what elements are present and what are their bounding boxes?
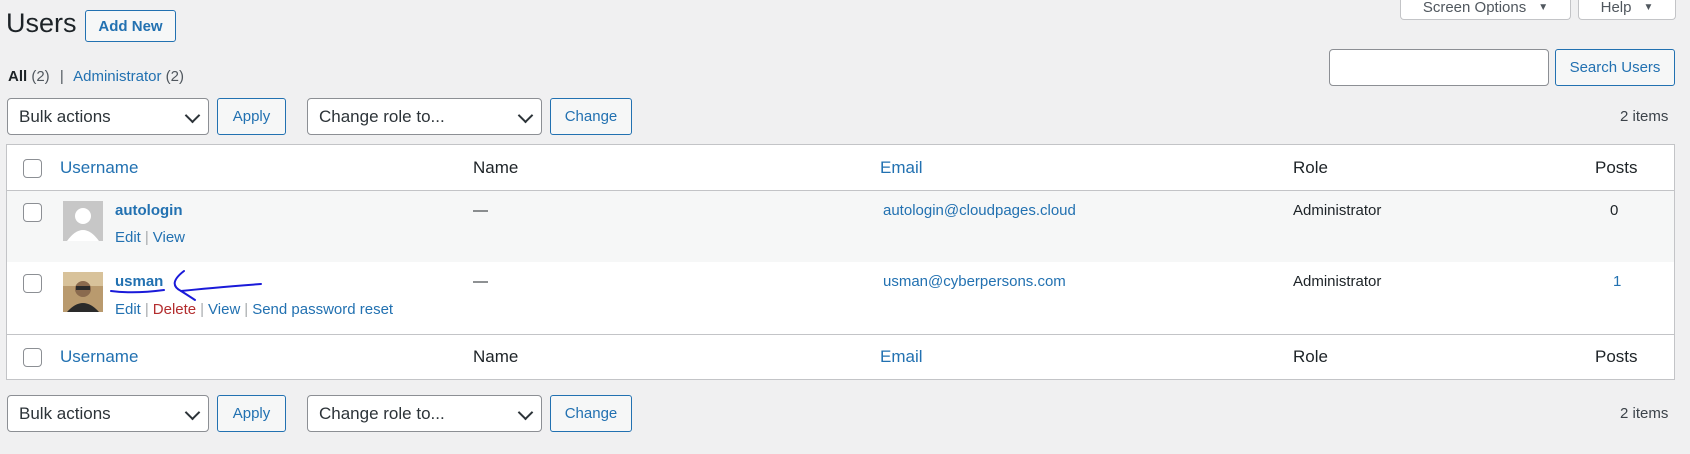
bulk-actions-select[interactable]: Bulk actions [7, 98, 209, 135]
row-checkbox[interactable] [23, 274, 42, 293]
table-header: Username Name Email Role Posts [7, 145, 1674, 191]
name-cell: — [473, 202, 488, 219]
divider: | [144, 301, 149, 318]
row-actions: Edit | Delete | View | Send password reset [115, 301, 393, 318]
add-new-button[interactable]: Add New [85, 10, 176, 42]
select-all-checkbox[interactable] [23, 159, 42, 178]
caret-down-icon: ▼ [1643, 2, 1654, 13]
view-administrator-count: (2) [165, 68, 184, 85]
change-role-button-bottom[interactable]: Change [550, 395, 632, 432]
divider: | [200, 301, 205, 318]
bulk-actions-value: Bulk actions [19, 106, 111, 126]
chevron-down-icon [517, 107, 534, 124]
column-posts: Posts [1595, 347, 1638, 366]
edit-link[interactable]: Edit [115, 229, 141, 246]
column-name: Name [473, 158, 519, 177]
column-username[interactable]: Username [60, 158, 138, 178]
table-row: usman Edit | Delete | View | Send password res… [7, 262, 1674, 334]
chevron-down-icon [184, 107, 201, 124]
row-checkbox[interactable] [23, 203, 42, 222]
screen-options-tab[interactable]: Screen Options ▼ [1400, 0, 1571, 20]
column-username[interactable]: Username [60, 347, 138, 367]
apply-button[interactable]: Apply [217, 98, 286, 135]
select-all-checkbox[interactable] [23, 348, 42, 367]
user-role-filters: All (2) | Administrator (2) [8, 68, 184, 85]
divider: | [59, 68, 64, 85]
view-all-count: (2) [31, 68, 50, 85]
role-cell: Administrator [1293, 273, 1382, 290]
change-role-button[interactable]: Change [550, 98, 632, 135]
search-users-button[interactable]: Search Users [1555, 49, 1675, 86]
help-tab[interactable]: Help ▼ [1578, 0, 1676, 20]
table-row: autologin Edit | View — autologin@cloudpag… [7, 191, 1674, 262]
help-label: Help [1600, 0, 1632, 16]
users-table: Username Name Email Role Posts autologin… [6, 144, 1675, 380]
username-link[interactable]: autologin [115, 202, 183, 219]
view-link[interactable]: View [153, 229, 185, 246]
email-link[interactable]: autologin@cloudpages.cloud [883, 202, 1076, 219]
posts-count-link[interactable]: 1 [1613, 273, 1621, 290]
send-password-reset-link[interactable]: Send password reset [252, 301, 393, 318]
change-role-select-bottom[interactable]: Change role to... [307, 395, 542, 432]
table-footer: Username Name Email Role Posts [7, 334, 1674, 379]
row-actions: Edit | View [115, 229, 185, 246]
column-role: Role [1293, 158, 1328, 177]
role-cell: Administrator [1293, 202, 1382, 219]
items-count-bottom: 2 items [1620, 405, 1669, 422]
default-avatar-icon [63, 201, 103, 241]
column-email[interactable]: Email [880, 158, 923, 178]
column-name: Name [473, 347, 519, 366]
screen-options-label: Screen Options [1422, 0, 1527, 16]
change-role-value: Change role to... [319, 106, 445, 126]
caret-down-icon: ▼ [1538, 2, 1549, 13]
column-role: Role [1293, 347, 1328, 366]
page-title: Users [6, 8, 77, 38]
posts-count: 0 [1610, 202, 1619, 219]
bulk-actions-value: Bulk actions [19, 403, 111, 423]
column-email[interactable]: Email [880, 347, 923, 367]
apply-button-bottom[interactable]: Apply [217, 395, 286, 432]
column-posts: Posts [1595, 158, 1638, 177]
email-link[interactable]: usman@cyberpersons.com [883, 273, 1066, 290]
delete-link[interactable]: Delete [153, 301, 196, 318]
change-role-value: Change role to... [319, 403, 445, 423]
items-count: 2 items [1620, 108, 1669, 125]
annotation-arrow-icon [110, 270, 262, 301]
view-link[interactable]: View [208, 301, 240, 318]
view-all-link[interactable]: All [8, 68, 27, 85]
chevron-down-icon [517, 404, 534, 421]
edit-link[interactable]: Edit [115, 301, 141, 318]
view-administrator-link[interactable]: Administrator [73, 68, 161, 85]
search-input[interactable] [1329, 49, 1549, 86]
chevron-down-icon [184, 404, 201, 421]
divider: | [244, 301, 249, 318]
name-cell: — [473, 273, 488, 290]
change-role-select[interactable]: Change role to... [307, 98, 542, 135]
user-photo-avatar [63, 272, 103, 312]
bulk-actions-select-bottom[interactable]: Bulk actions [7, 395, 209, 432]
divider: | [144, 229, 149, 246]
